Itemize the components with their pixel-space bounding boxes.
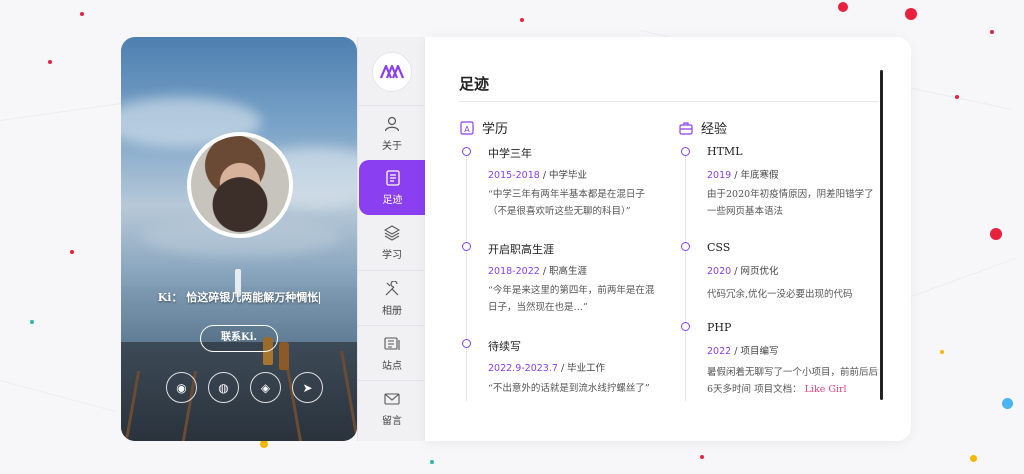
nav-item-about[interactable]: 关于 bbox=[358, 105, 426, 160]
timeline-title: CSS bbox=[707, 241, 731, 254]
svg-text:A: A bbox=[464, 125, 470, 134]
education-heading-label: 学历 bbox=[482, 122, 509, 137]
nav-item-messages[interactable]: 留言 bbox=[358, 380, 426, 435]
timeline-desc: 暑假闲着无聊写了一个小项目，前前后后 6天多时间 项目文档： Like Girl bbox=[707, 367, 879, 395]
timeline-title: HTML bbox=[707, 145, 743, 158]
qq-icon[interactable]: ◈ bbox=[250, 372, 281, 403]
tools-icon bbox=[383, 280, 401, 298]
layers-icon bbox=[383, 224, 401, 242]
timeline-meta: 2018-2022 / 职高生涯 bbox=[488, 266, 588, 277]
like-girl-link[interactable]: Like Girl bbox=[805, 384, 847, 395]
footprint-icon bbox=[384, 169, 402, 187]
contact-button[interactable]: 联系Ki. bbox=[200, 325, 278, 352]
nav-label: 相册 bbox=[382, 305, 402, 317]
timeline-desc: 由于2020年初疫情原因，阴差阳错学了 一些网页基本语法 bbox=[707, 189, 874, 217]
timeline-dot bbox=[681, 147, 690, 156]
timeline-title: 待续写 bbox=[488, 340, 521, 353]
title-divider bbox=[459, 101, 879, 102]
experience-heading-label: 经验 bbox=[701, 122, 728, 137]
message-icon bbox=[383, 390, 401, 408]
page-title: 足迹 bbox=[459, 75, 490, 93]
timeline-line bbox=[685, 153, 686, 401]
nav-item-footprint[interactable]: 足迹 bbox=[359, 160, 426, 215]
bottle-decoration bbox=[279, 342, 289, 370]
timeline-meta: 2019 / 年底寒假 bbox=[707, 170, 779, 181]
profile-card: Ki： 恰这碎银几两能解万种惆怅 联系Ki. ◉ ◍ ◈ ➤ bbox=[121, 37, 357, 441]
social-links: ◉ ◍ ◈ ➤ bbox=[166, 372, 323, 403]
timeline-meta: 2022 / 项目编写 bbox=[707, 346, 779, 357]
wechat-icon[interactable]: ◍ bbox=[208, 372, 239, 403]
site-logo[interactable] bbox=[372, 52, 412, 92]
timeline-meta: 2022.9-2023.7 / 毕业工作 bbox=[488, 363, 606, 374]
profile-intro: Ki： 恰这碎银几两能解万种惆怅 bbox=[157, 291, 321, 304]
timeline-dot bbox=[681, 242, 690, 251]
timeline-desc: 代码冗余,优化一没必要出现的代码 bbox=[707, 289, 853, 300]
nav-label: 留言 bbox=[382, 415, 402, 427]
scrollbar[interactable] bbox=[880, 70, 883, 400]
avatar bbox=[187, 132, 293, 238]
timeline-meta: 2020 / 网页优化 bbox=[707, 266, 779, 277]
footprint-panel: 足迹 A 学历 中学三年 2015-2018 / 中学毕业 “中学三年有两年半基… bbox=[425, 37, 911, 441]
nav-item-album[interactable]: 相册 bbox=[358, 270, 426, 325]
timeline-meta: 2015-2018 / 中学毕业 bbox=[488, 170, 588, 181]
nav-label: 关于 bbox=[382, 140, 402, 152]
timeline-desc: “不出意外的话就是到流水线拧螺丝了” bbox=[488, 383, 650, 394]
timeline-dot bbox=[681, 322, 690, 331]
experience-heading: 经验 bbox=[679, 118, 727, 137]
side-nav: 关于 足迹 学习 相册 站点 留言 bbox=[357, 37, 426, 441]
timeline-title: 开启职高生涯 bbox=[488, 243, 554, 256]
user-icon bbox=[383, 115, 401, 133]
education-heading: A 学历 bbox=[460, 118, 508, 137]
site-icon bbox=[383, 335, 401, 353]
timeline-line bbox=[466, 153, 467, 401]
nav-item-sites[interactable]: 站点 bbox=[358, 325, 426, 380]
typing-cursor bbox=[319, 292, 321, 304]
timeline-title: 中学三年 bbox=[488, 147, 532, 160]
weibo-icon[interactable]: ◉ bbox=[166, 372, 197, 403]
briefcase-icon bbox=[679, 121, 693, 135]
education-icon: A bbox=[460, 120, 474, 135]
timeline-desc: “中学三年有两年半基本都是在混日子 （不是很喜欢听这些无聊的科目）” bbox=[488, 189, 645, 217]
timeline-desc: “今年是来这里的第四年，前两年是在混 日子，当然现在也是…” bbox=[488, 285, 655, 313]
timeline-dot bbox=[462, 339, 471, 348]
timeline-dot bbox=[462, 147, 471, 156]
logo-icon bbox=[380, 65, 404, 79]
nav-label: 学习 bbox=[382, 250, 402, 261]
send-icon[interactable]: ➤ bbox=[292, 372, 323, 403]
nav-label: 足迹 bbox=[382, 195, 403, 206]
nav-label: 站点 bbox=[382, 360, 402, 372]
nav-item-study[interactable]: 学习 bbox=[358, 215, 426, 270]
timeline-dot bbox=[462, 242, 471, 251]
timeline-title: PHP bbox=[707, 321, 732, 334]
